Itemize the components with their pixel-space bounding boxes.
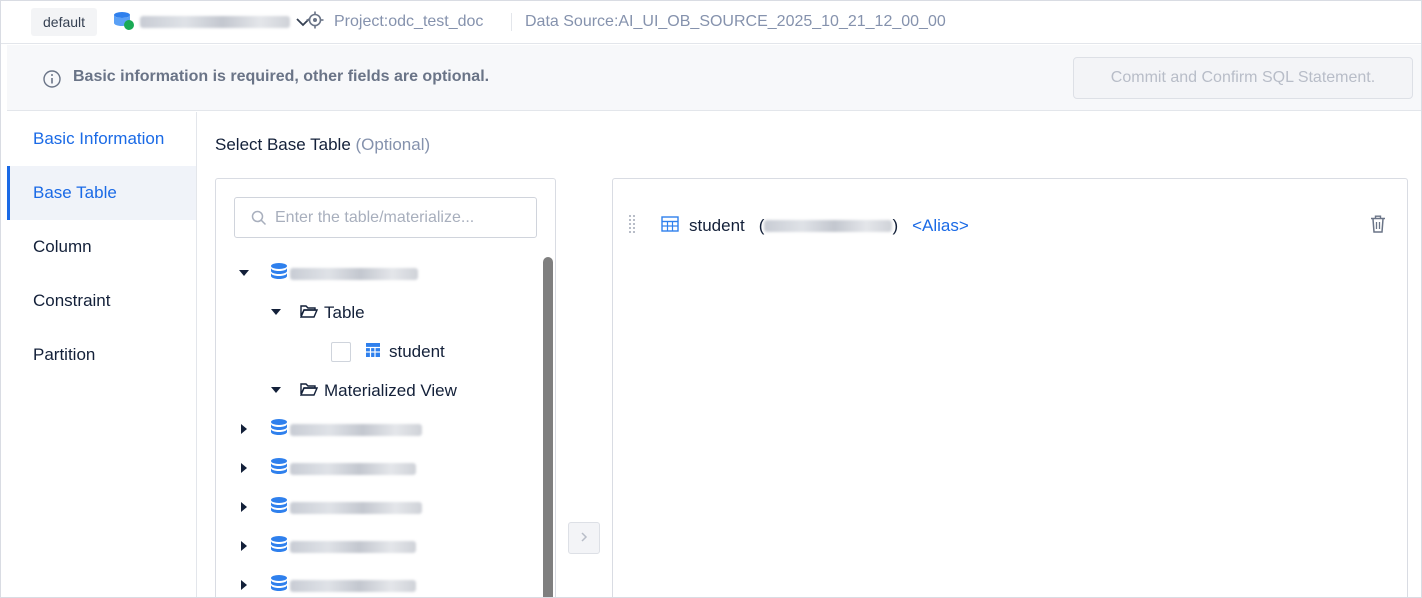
- caret-right-icon: [238, 459, 250, 479]
- database-name-redacted: [290, 463, 416, 475]
- section-title-text: Select Base Table: [215, 135, 351, 154]
- sidebar-item-basic-information[interactable]: Basic Information: [7, 112, 196, 166]
- database-name-redacted: [290, 268, 418, 280]
- tree-node-database[interactable]: [238, 493, 422, 523]
- tree-item-student[interactable]: student: [331, 337, 445, 367]
- folder-open-icon: [299, 381, 319, 402]
- database-icon: [270, 496, 288, 521]
- database-name-redacted: [290, 424, 422, 436]
- optional-hint: (Optional): [355, 135, 431, 154]
- caret-down-icon: [238, 264, 250, 284]
- top-bar: default Project:odc_test_doc Data Source…: [1, 1, 1421, 44]
- selected-table-row: student ( ) <Alias>: [629, 211, 969, 241]
- sidebar-item-partition[interactable]: Partition: [7, 328, 196, 382]
- info-message: Basic information is required, other fie…: [73, 68, 490, 85]
- divider: [511, 13, 512, 31]
- info-icon: [43, 70, 61, 91]
- tree-node-database[interactable]: [238, 532, 416, 562]
- database-icon: [270, 418, 288, 443]
- location-icon: [306, 11, 324, 34]
- database-icon: [270, 262, 288, 287]
- caret-right-icon: [238, 576, 250, 596]
- sidebar-item-base-table[interactable]: Base Table: [7, 166, 196, 220]
- database-icon: [270, 457, 288, 482]
- trash-icon[interactable]: [1370, 215, 1386, 236]
- selected-tables-panel: student ( ) <Alias>: [612, 178, 1408, 597]
- sidebar-nav: Basic Information Base Table Column Cons…: [7, 112, 197, 597]
- caret-right-icon: [238, 537, 250, 557]
- folder-open-icon: [299, 303, 319, 324]
- table-checkbox[interactable]: [331, 342, 351, 362]
- sidebar-item-constraint[interactable]: Constraint: [7, 274, 196, 328]
- tree-folder-table[interactable]: Table: [270, 298, 365, 328]
- tree-scrollbar[interactable]: [543, 257, 553, 597]
- app-frame: default Project:odc_test_doc Data Source…: [0, 0, 1422, 598]
- tree-node-database[interactable]: [238, 259, 418, 289]
- database-icon: [112, 11, 136, 34]
- database-icon: [270, 574, 288, 598]
- commit-sql-button[interactable]: Commit and Confirm SQL Statement.: [1073, 57, 1413, 99]
- section-title: Select Base Table (Optional): [215, 135, 430, 155]
- table-search-input[interactable]: [275, 206, 531, 230]
- table-search-box[interactable]: [234, 197, 537, 238]
- tree-folder-materialized-view[interactable]: Materialized View: [270, 376, 457, 406]
- table-icon: [661, 215, 679, 237]
- data-source-label: Data Source:AI_UI_OB_SOURCE_2025_10_21_1…: [525, 13, 946, 30]
- tree-node-database[interactable]: [238, 571, 416, 598]
- close-paren: ): [892, 216, 899, 235]
- database-name-redacted: [290, 580, 416, 592]
- info-bar: Basic information is required, other fie…: [7, 45, 1421, 111]
- database-name-redacted: [290, 502, 422, 514]
- search-icon: [251, 210, 267, 229]
- caret-right-icon: [238, 498, 250, 518]
- project-info: Project:odc_test_doc: [306, 10, 483, 34]
- tree-node-database[interactable]: [238, 454, 416, 484]
- alias-link[interactable]: <Alias>: [912, 216, 969, 236]
- table-tree-panel: Table student: [215, 178, 556, 598]
- selected-table-name: student: [689, 216, 745, 235]
- tree-node-database[interactable]: [238, 415, 422, 445]
- datasource-name-redacted: [140, 16, 290, 28]
- caret-down-icon: [270, 381, 282, 401]
- table-icon: [365, 342, 381, 363]
- database-icon: [270, 535, 288, 560]
- tree-folder-label: Materialized View: [324, 381, 457, 400]
- database-name-redacted: [764, 220, 893, 232]
- project-label: Project:odc_test_doc: [334, 13, 484, 30]
- caret-right-icon: [238, 420, 250, 440]
- table-name-label: student: [389, 342, 445, 361]
- drag-handle-icon[interactable]: [629, 214, 637, 238]
- chevron-right-icon: [579, 531, 589, 546]
- database-name-redacted: [290, 541, 416, 553]
- caret-down-icon: [270, 303, 282, 323]
- datasource-selector[interactable]: [112, 10, 310, 34]
- sidebar-item-column[interactable]: Column: [7, 220, 196, 274]
- move-right-button[interactable]: [568, 522, 600, 554]
- environment-tag: default: [31, 8, 98, 36]
- tree-folder-label: Table: [324, 303, 365, 322]
